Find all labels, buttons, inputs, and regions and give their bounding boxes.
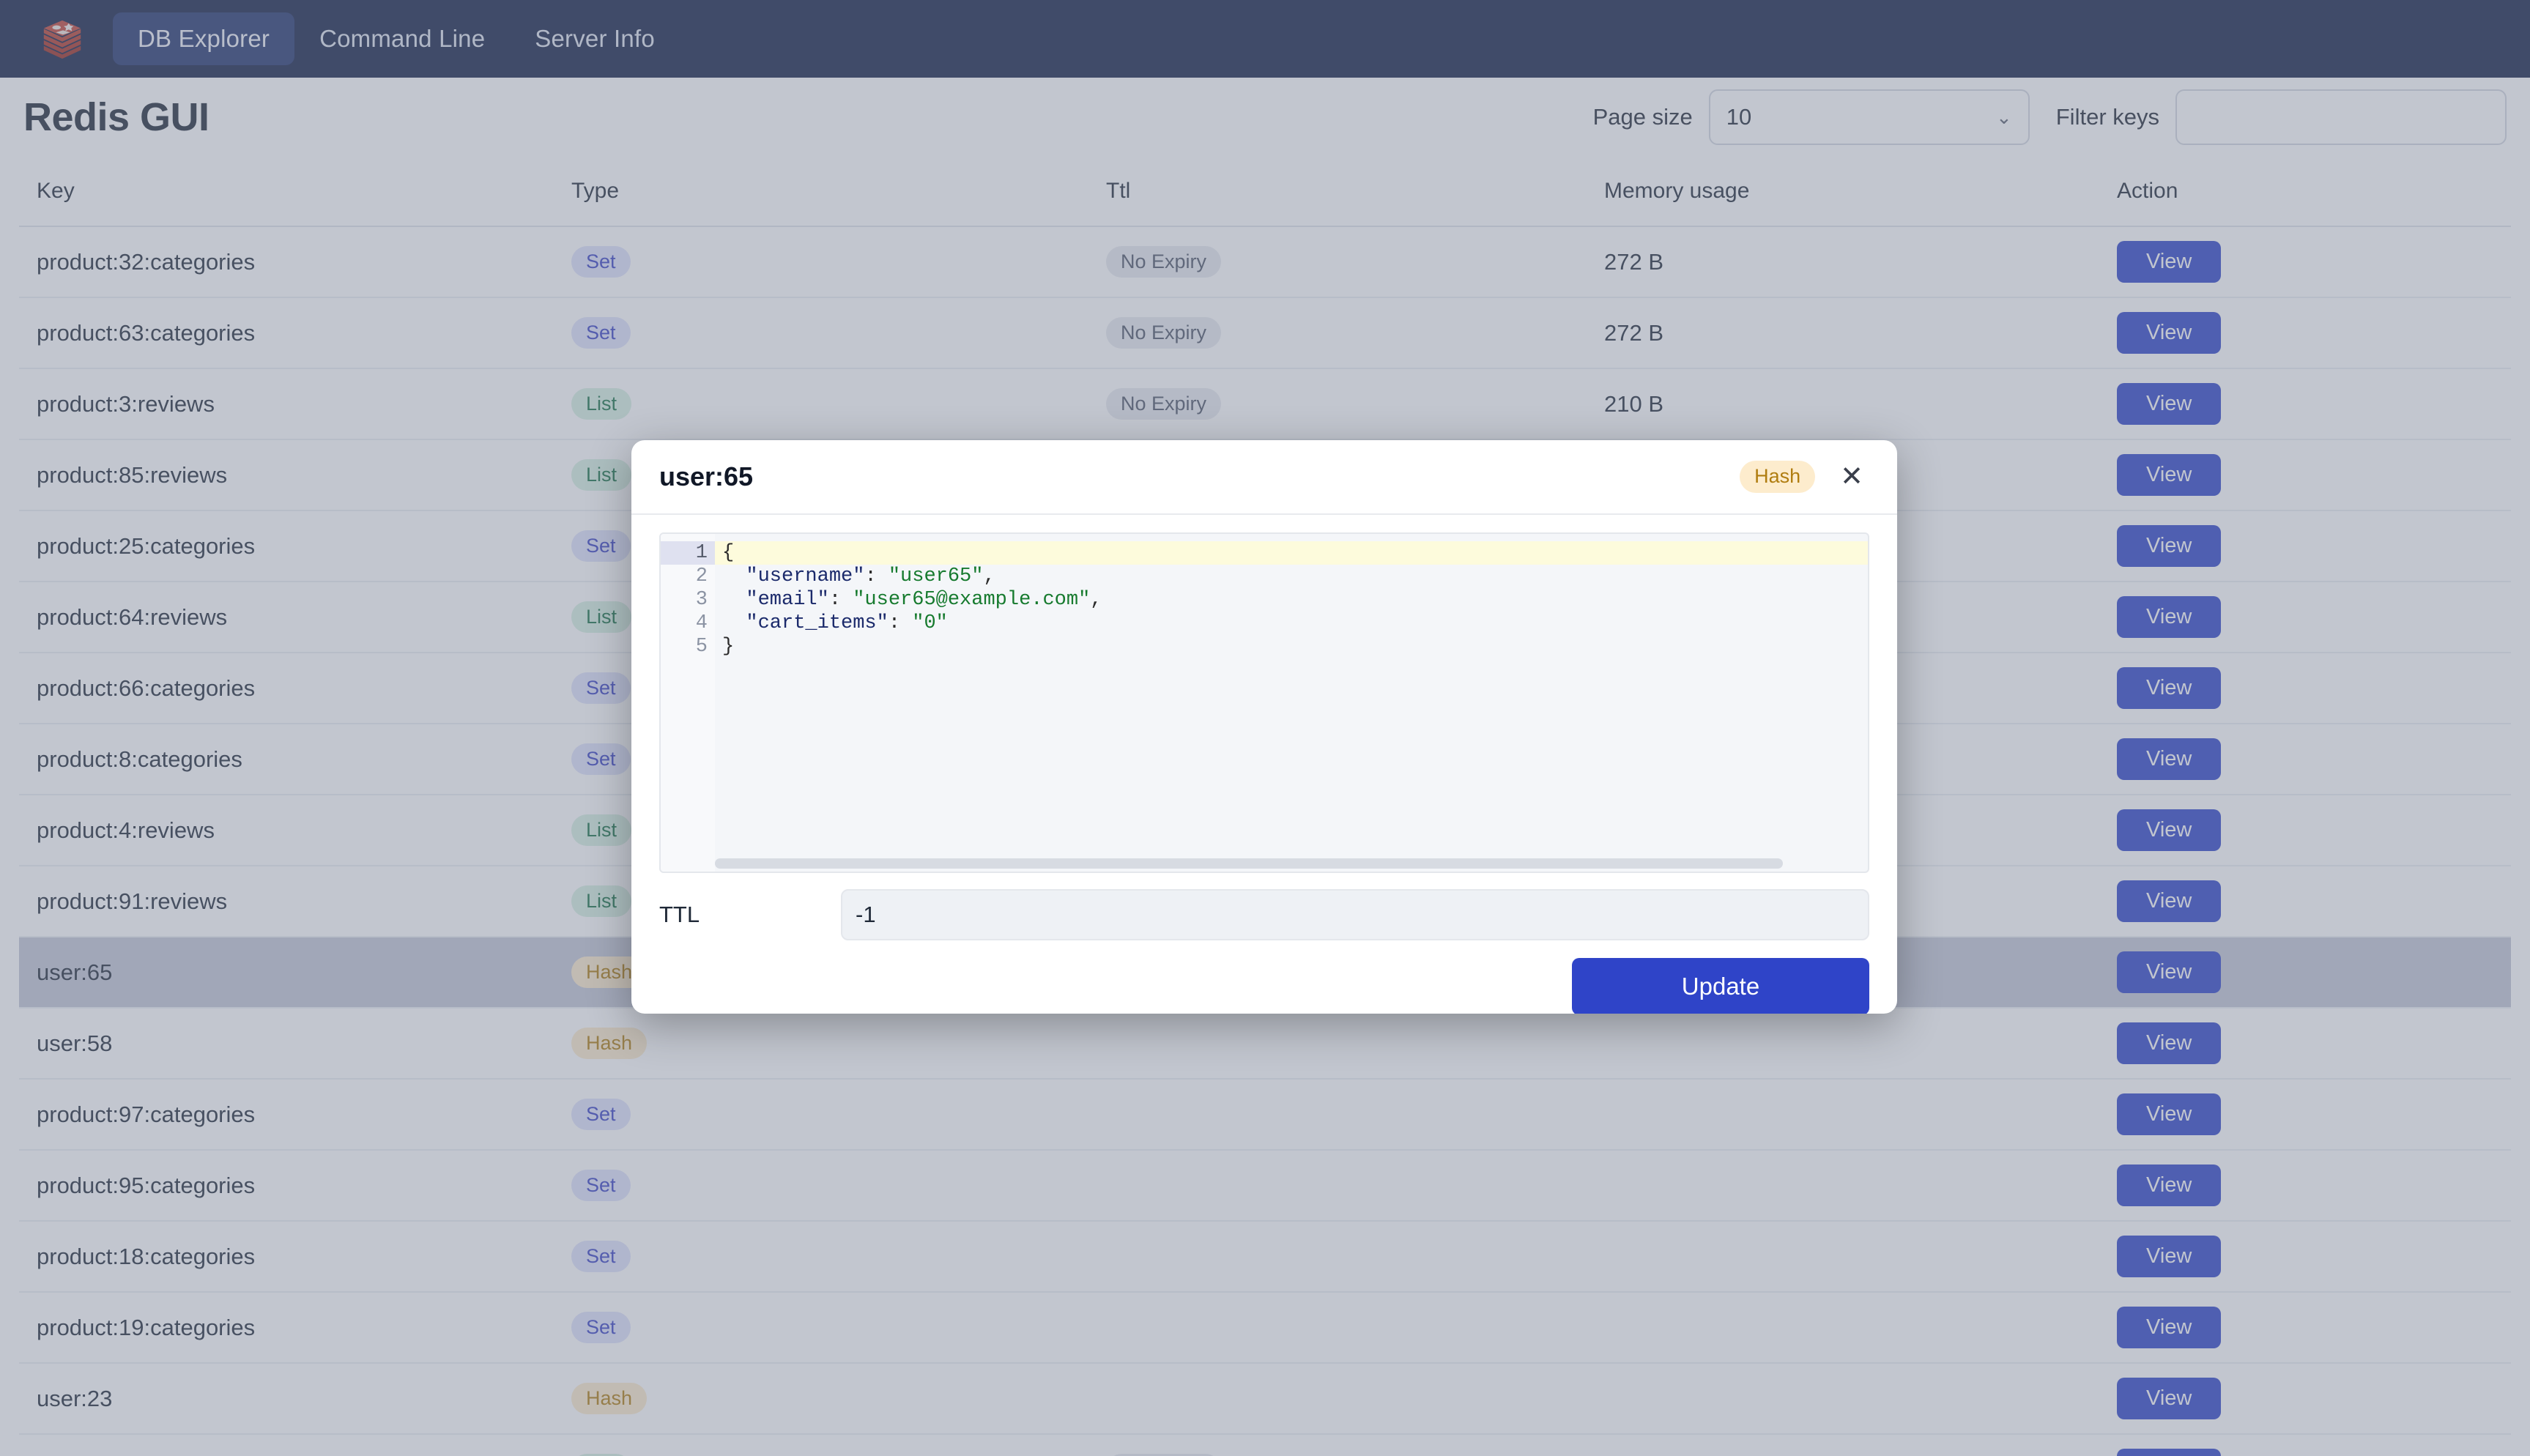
update-button[interactable]: Update	[1572, 958, 1869, 1014]
code-token: ,	[983, 565, 995, 587]
code-token: :	[864, 565, 889, 587]
line-number: 3	[695, 589, 708, 611]
code-token: :	[828, 589, 853, 611]
line-number: 2	[695, 565, 708, 587]
line-number: 1▾	[661, 541, 727, 565]
code-token: {	[722, 542, 735, 564]
app-root: DB Explorer Command Line Server Info Red…	[0, 0, 2530, 1456]
code-token: ,	[1090, 589, 1102, 611]
modal-header: user:65 Hash ✕	[631, 440, 1897, 515]
editor-line-number-gutter: 1▾2345	[661, 534, 727, 872]
line-number: 5	[695, 636, 708, 658]
code-line: }	[715, 635, 1868, 658]
scrollbar-thumb[interactable]	[715, 858, 1784, 869]
code-token: "email"	[722, 589, 829, 611]
key-detail-modal: user:65 Hash ✕ 1▾2345 { "username": "use…	[631, 440, 1897, 1014]
code-token: "user65@example.com"	[853, 589, 1091, 611]
line-number: 4	[695, 612, 708, 634]
value-editor-container: 1▾2345 { "username": "user65", "email": …	[631, 515, 1897, 873]
code-token: "cart_items"	[722, 612, 889, 634]
modal-footer: Update	[631, 940, 1897, 1014]
code-token: "user65"	[888, 565, 984, 587]
modal-type-badge: Hash	[1740, 461, 1816, 493]
code-token: }	[722, 636, 735, 658]
modal-title: user:65	[659, 461, 754, 491]
ttl-field-row: TTL	[631, 873, 1897, 940]
modal-header-actions: Hash ✕	[1740, 460, 1869, 494]
close-icon[interactable]: ✕	[1834, 460, 1869, 494]
editor-horizontal-scrollbar[interactable]	[715, 858, 1863, 869]
code-line: {	[715, 541, 1868, 565]
ttl-label: TTL	[659, 902, 700, 927]
code-line: "email": "user65@example.com",	[715, 588, 1868, 612]
editor-code-area[interactable]: { "username": "user65", "email": "user65…	[715, 534, 1868, 872]
ttl-input[interactable]	[841, 889, 1869, 940]
json-code-editor[interactable]: 1▾2345 { "username": "user65", "email": …	[659, 532, 1869, 873]
code-token: "username"	[722, 565, 865, 587]
code-line: "username": "user65",	[715, 565, 1868, 588]
code-line: "cart_items": "0"	[715, 612, 1868, 635]
code-token: :	[888, 612, 913, 634]
code-token: "0"	[912, 612, 948, 634]
